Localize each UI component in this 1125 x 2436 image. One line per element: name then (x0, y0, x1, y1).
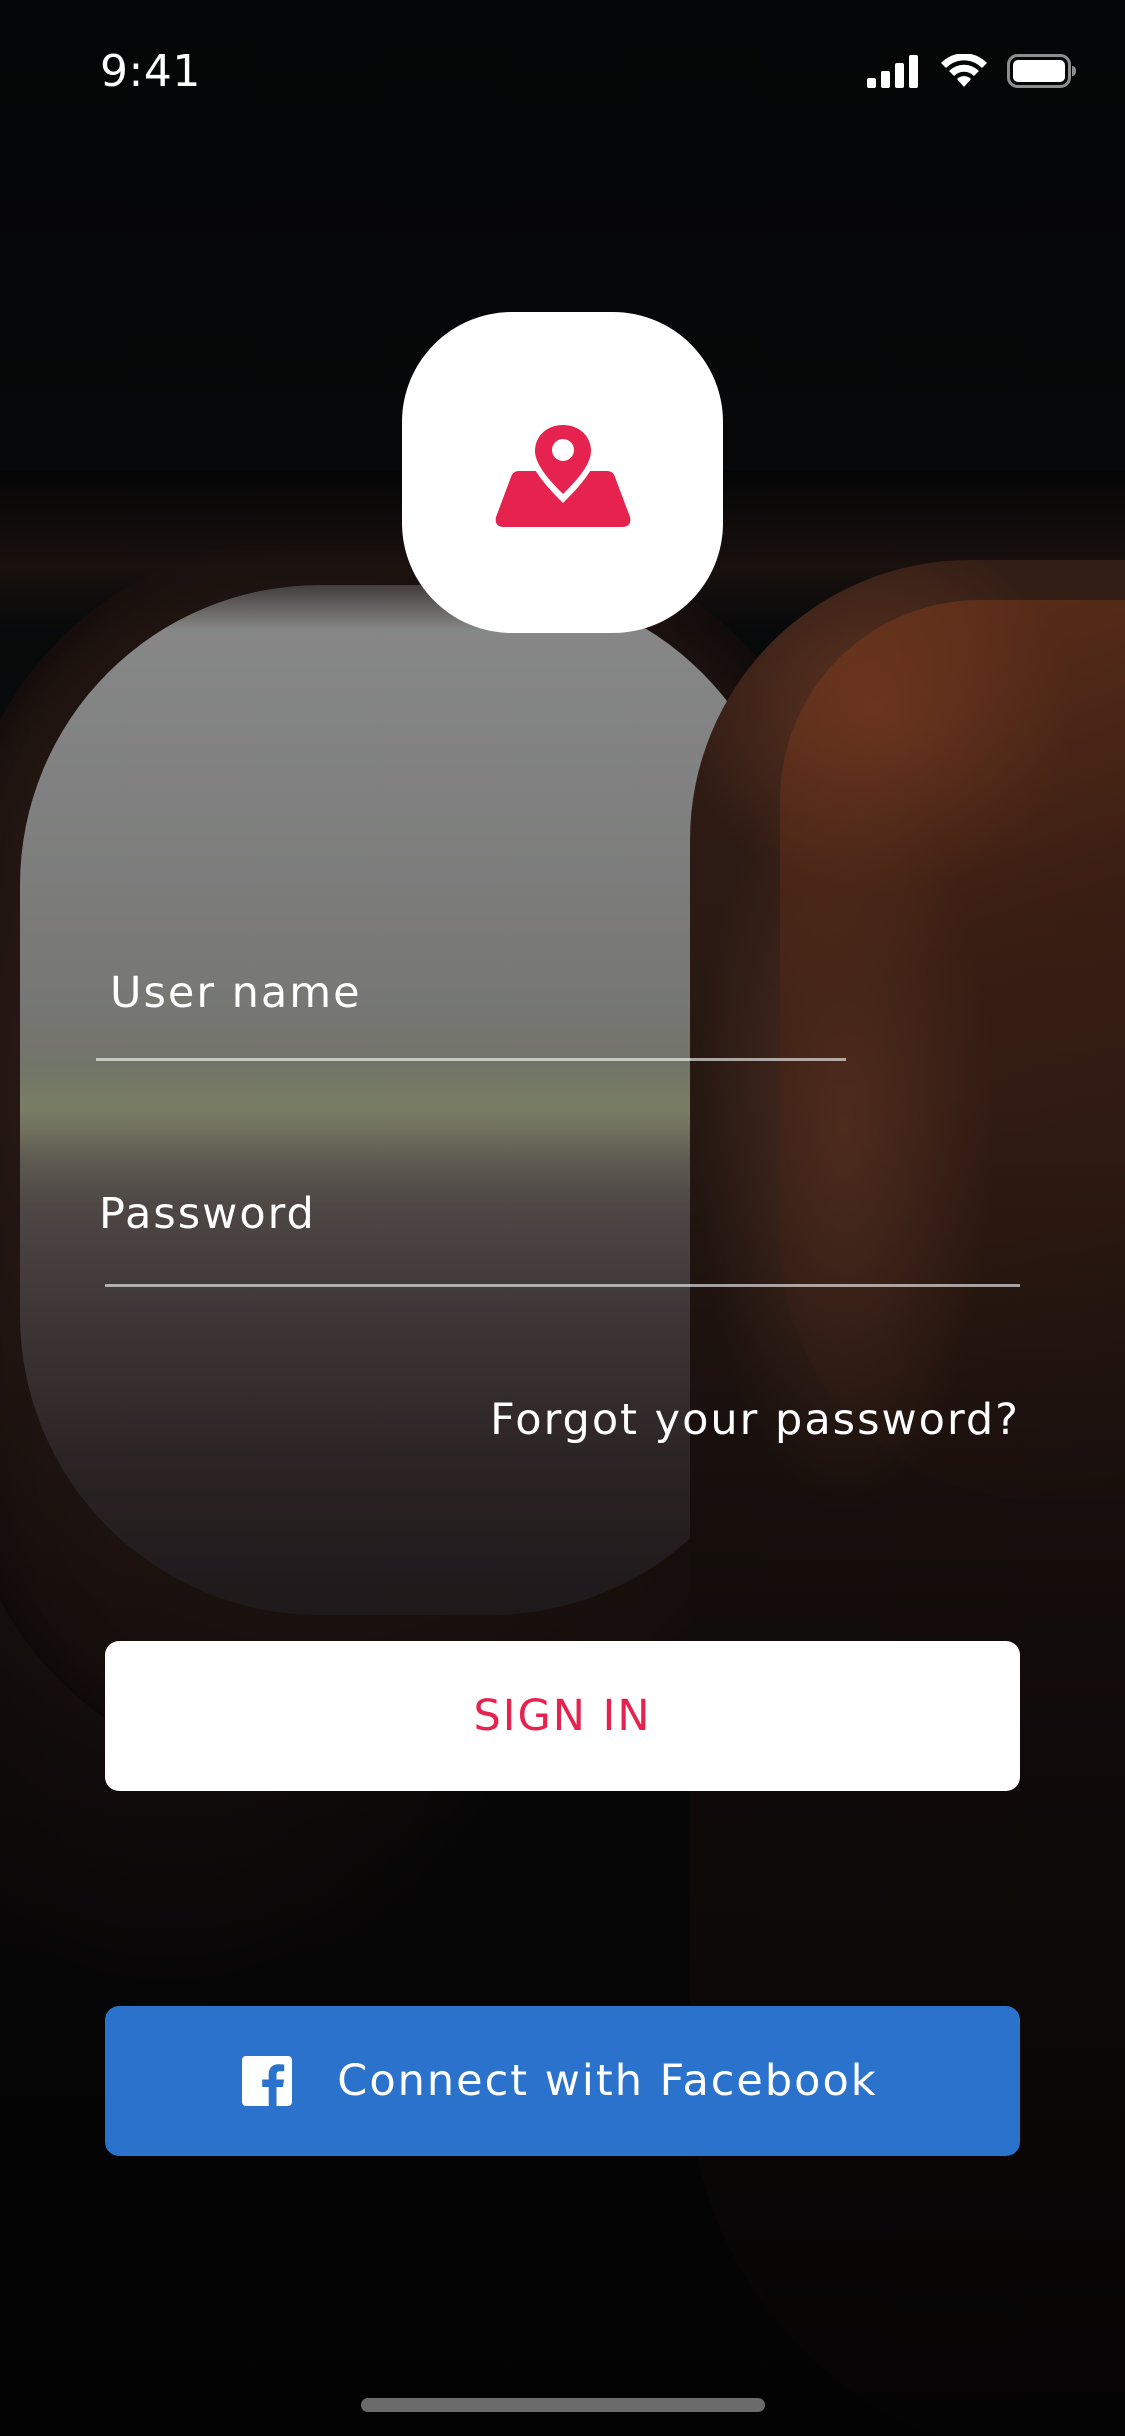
password-field[interactable]: Password (99, 1186, 316, 1242)
wifi-icon (941, 54, 987, 87)
app-logo-tile (402, 312, 723, 633)
facebook-connect-button[interactable]: Connect with Facebook (105, 2006, 1020, 2156)
cellular-signal-icon (867, 55, 918, 88)
status-bar-time: 9:41 (100, 46, 201, 97)
facebook-button-label: Connect with Facebook (337, 2056, 878, 2106)
username-underline (96, 1058, 846, 1061)
battery-icon (1007, 54, 1076, 88)
login-screen: 9:41 User name Password Forgot your pass… (0, 0, 1125, 2436)
forgot-password-link[interactable]: Forgot your password? (490, 1392, 1020, 1448)
sign-in-button[interactable]: SIGN IN (105, 1641, 1020, 1791)
username-field[interactable]: User name (110, 965, 362, 1021)
status-bar-icons (867, 50, 1077, 92)
home-indicator[interactable] (361, 2398, 765, 2412)
password-underline (105, 1284, 1020, 1287)
map-location-pin-icon (495, 418, 630, 527)
facebook-icon (242, 2056, 292, 2106)
sign-in-button-label: SIGN IN (473, 1691, 652, 1741)
